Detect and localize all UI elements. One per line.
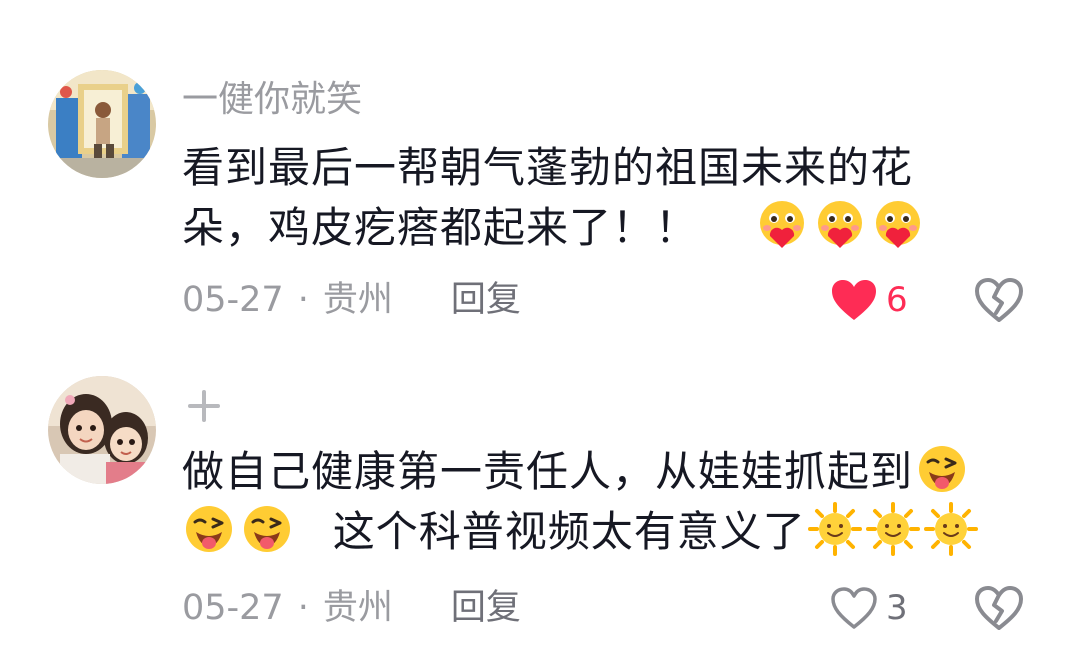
avatar[interactable] (48, 70, 156, 178)
dislike-button[interactable] (974, 585, 1024, 631)
sun-emoji (807, 502, 862, 556)
love-face-emoji (813, 198, 867, 252)
comment-text-line: 看到最后一帮朝气蓬勃的祖国未来的花 (182, 143, 914, 192)
dislike-button[interactable] (974, 277, 1024, 323)
like-count: 3 (886, 588, 908, 628)
comment-text-line-2: 这个科普视频太有意义了 (182, 502, 982, 562)
reply-button[interactable]: 回复 (451, 280, 521, 320)
wink-tongue-emoji (240, 502, 294, 556)
love-face-emoji (871, 198, 925, 252)
comment-location: 贵州 (322, 280, 393, 320)
comment-meta: 05-27 · 贵州 回复 (182, 586, 521, 630)
comment-meta: 05-27 · 贵州 回复 (182, 278, 521, 322)
comment-text: 做自己健康第一责任人，从娃娃抓起到 这个科普视频太有意义了 (182, 442, 982, 562)
plus-icon[interactable] (186, 388, 222, 424)
comment-text-segment: 这个科普视频太有意义了 (332, 507, 806, 556)
comment-text-segment: 做自己健康第一责任人，从娃娃抓起到 (182, 447, 914, 496)
comment-date: 05-27 (182, 588, 284, 628)
comment-text-segment: 朵，鸡皮疙瘩都起来了！！ (182, 203, 699, 252)
like-button[interactable]: 6 (830, 272, 908, 328)
reply-button[interactable]: 回复 (451, 588, 521, 628)
comment-location: 贵州 (322, 588, 393, 628)
meta-separator: · (297, 588, 309, 628)
avatar-image (48, 70, 156, 178)
broken-heart-icon (975, 586, 1023, 630)
comment-username[interactable]: 一健你就笑 (182, 78, 362, 122)
wink-tongue-emoji (915, 442, 969, 496)
broken-heart-icon (975, 278, 1023, 322)
love-face-emoji (755, 198, 809, 252)
heart-outline-icon (831, 587, 877, 629)
meta-separator: · (297, 280, 309, 320)
wink-tongue-emoji (182, 502, 236, 556)
avatar[interactable] (48, 376, 156, 484)
comment-text-line: 做自己健康第一责任人，从娃娃抓起到 (182, 442, 982, 502)
like-button[interactable]: 3 (830, 580, 908, 636)
heart-filled-icon (832, 280, 876, 320)
sun-emoji (865, 502, 920, 556)
avatar-image (48, 376, 156, 484)
comment-text: 看到最后一帮朝气蓬勃的祖国未来的花 朵，鸡皮疙瘩都起来了！！ (182, 138, 982, 258)
like-count: 6 (886, 280, 908, 320)
comment-text-line-2: 朵，鸡皮疙瘩都起来了！！ (182, 198, 982, 258)
comment-date: 05-27 (182, 280, 284, 320)
sun-emoji (923, 502, 978, 556)
